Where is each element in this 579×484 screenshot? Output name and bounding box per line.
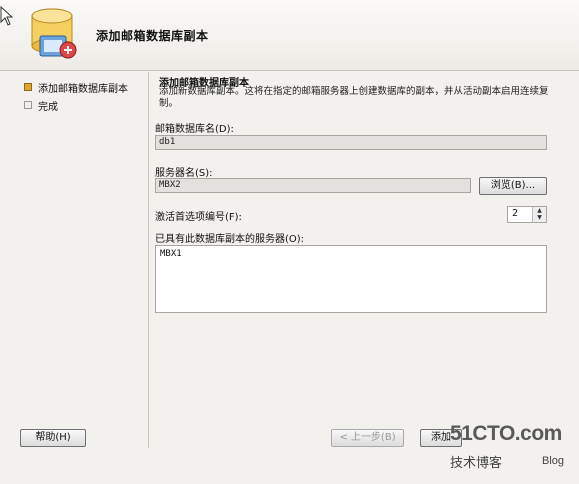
existing-servers-label: 已具有此数据库副本的服务器(O): — [155, 234, 305, 245]
server-name-field[interactable]: MBX2 — [155, 178, 471, 193]
step-inactive-marker-icon — [24, 101, 32, 109]
watermark-line1: 技术博客 — [450, 456, 503, 471]
help-button[interactable]: 帮助(H) — [20, 429, 86, 447]
list-item: MBX1 — [160, 249, 182, 259]
db-name-label: 邮箱数据库名(D): — [155, 124, 234, 135]
stepper-arrows[interactable]: ▲ ▼ — [532, 207, 546, 222]
wizard-window: 添加邮箱数据库副本 添加邮箱数据库副本 完成 添加邮箱数据库副本 添加新数据库副… — [0, 0, 579, 484]
section-description: 添加新数据库副本。这将在指定的邮箱服务器上创建数据库的副本，并从活动副本启用连续… — [159, 86, 549, 109]
wizard-title: 添加邮箱数据库副本 — [96, 29, 209, 43]
database-copy-icon — [31, 8, 77, 59]
wizard-header: 添加邮箱数据库副本 — [0, 0, 579, 71]
step-label: 完成 — [38, 101, 58, 113]
step-add-copy[interactable]: 添加邮箱数据库副本 — [24, 78, 144, 96]
existing-servers-list: MBX1 — [155, 245, 547, 313]
watermark-site: 51CTO.com — [450, 422, 562, 445]
browse-button[interactable]: 浏览(B)... — [479, 177, 547, 195]
back-button[interactable]: < 上一步(B) — [331, 429, 404, 447]
activation-preference-value: 2 — [512, 208, 519, 219]
mouse-cursor-icon — [0, 6, 14, 26]
server-name-label: 服务器名(S): — [155, 168, 213, 179]
step-label: 添加邮箱数据库副本 — [38, 83, 128, 95]
activation-preference-label: 激活首选项编号(F): — [155, 212, 242, 223]
arrow-down-icon[interactable]: ▼ — [533, 214, 546, 221]
step-active-marker-icon — [24, 83, 32, 91]
watermark: 51CTO.com 技术博客 Blog — [450, 422, 575, 474]
content-pane: 添加邮箱数据库副本 添加新数据库副本。这将在指定的邮箱服务器上创建数据库的副本，… — [148, 72, 555, 448]
step-complete[interactable]: 完成 — [24, 96, 144, 114]
wizard-steps: 添加邮箱数据库副本 完成 — [24, 78, 144, 114]
watermark-line2: Blog — [542, 455, 565, 467]
db-name-field: db1 — [155, 135, 547, 150]
arrow-up-icon[interactable]: ▲ — [533, 207, 546, 214]
activation-preference-stepper[interactable]: 2 ▲ ▼ — [507, 206, 547, 223]
